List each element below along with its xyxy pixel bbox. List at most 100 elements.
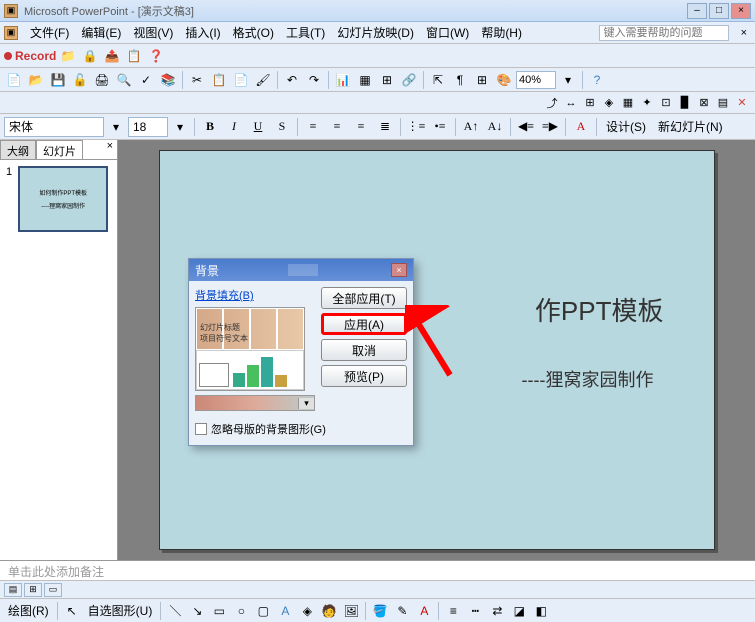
size-dropdown-icon[interactable]: ▾ bbox=[170, 117, 190, 137]
distribute-button[interactable]: ≣ bbox=[374, 117, 396, 137]
clipart-icon[interactable]: 🧑 bbox=[319, 602, 339, 620]
new-icon[interactable]: 📄 bbox=[4, 70, 24, 90]
record-button[interactable]: Record bbox=[4, 49, 56, 63]
color-icon[interactable]: 🎨 bbox=[494, 70, 514, 90]
preview-button[interactable]: 预览(P) bbox=[321, 365, 407, 387]
menu-edit[interactable]: 编辑(E) bbox=[75, 22, 127, 43]
zoom-select[interactable]: 40% bbox=[516, 71, 556, 89]
font-dropdown-icon[interactable]: ▾ bbox=[106, 117, 126, 137]
font-color-button[interactable]: A bbox=[570, 117, 592, 137]
shadow-icon[interactable]: ◪ bbox=[509, 602, 529, 620]
arrow-icon[interactable]: ↘ bbox=[187, 602, 207, 620]
hyperlink-icon[interactable]: 🔗 bbox=[399, 70, 419, 90]
design-button[interactable]: 设计(S) bbox=[601, 117, 651, 137]
ext-icon-4[interactable]: ◈ bbox=[600, 95, 618, 111]
tab-slides[interactable]: 幻灯片 bbox=[36, 140, 83, 159]
expand-icon[interactable]: ⇱ bbox=[428, 70, 448, 90]
ext-icon-1[interactable]: ⤴ bbox=[543, 95, 561, 111]
italic-button[interactable]: I bbox=[223, 117, 245, 137]
shadow-button[interactable]: S bbox=[271, 117, 293, 137]
line-style-icon[interactable]: ≡ bbox=[443, 602, 463, 620]
ext-icon-3[interactable]: ⊞ bbox=[581, 95, 599, 111]
apply-all-button[interactable]: 全部应用(T) bbox=[321, 287, 407, 309]
slideshow-view-button[interactable]: ▭ bbox=[44, 583, 62, 597]
align-left-button[interactable]: ≡ bbox=[302, 117, 324, 137]
maximize-button[interactable]: □ bbox=[709, 3, 729, 19]
select-icon[interactable]: ↖ bbox=[62, 602, 82, 620]
menu-slideshow[interactable]: 幻灯片放映(D) bbox=[331, 22, 420, 43]
spellcheck-icon[interactable]: ✓ bbox=[136, 70, 156, 90]
open-icon[interactable]: 📂 bbox=[26, 70, 46, 90]
increase-indent-button[interactable]: ≡▶ bbox=[539, 117, 561, 137]
menu-view[interactable]: 视图(V) bbox=[127, 22, 179, 43]
zoom-dropdown-icon[interactable]: ▾ bbox=[558, 70, 578, 90]
format-painter-icon[interactable]: 🖌 bbox=[253, 70, 273, 90]
cut-icon[interactable]: ✂ bbox=[187, 70, 207, 90]
apply-button[interactable]: 应用(A) bbox=[321, 313, 407, 335]
outline-close-button[interactable]: × bbox=[103, 140, 117, 159]
font-color-icon[interactable]: A bbox=[414, 602, 434, 620]
sorter-view-button[interactable]: ⊞ bbox=[24, 583, 42, 597]
decrease-font-button[interactable]: A↓ bbox=[484, 117, 506, 137]
diagram-icon[interactable]: ◈ bbox=[297, 602, 317, 620]
research-icon[interactable]: 📚 bbox=[158, 70, 178, 90]
tb-icon-1[interactable]: 📁 bbox=[58, 46, 78, 66]
undo-icon[interactable]: ↶ bbox=[282, 70, 302, 90]
minimize-button[interactable]: – bbox=[687, 3, 707, 19]
tb-icon-2[interactable]: 🔒 bbox=[80, 46, 100, 66]
normal-view-button[interactable]: ▤ bbox=[4, 583, 22, 597]
line-color-icon[interactable]: ✎ bbox=[392, 602, 412, 620]
picture-icon[interactable]: 🖼 bbox=[341, 602, 361, 620]
table-icon[interactable]: ▦ bbox=[355, 70, 375, 90]
decrease-indent-button[interactable]: ◀≡ bbox=[515, 117, 537, 137]
grid-icon[interactable]: ⊞ bbox=[472, 70, 492, 90]
ext-icon-9[interactable]: ⊠ bbox=[695, 95, 713, 111]
draw-menu[interactable]: 绘图(R) bbox=[4, 602, 53, 619]
help-search-input[interactable] bbox=[599, 25, 729, 41]
dialog-close-button[interactable]: × bbox=[391, 263, 407, 277]
tables-borders-icon[interactable]: ⊞ bbox=[377, 70, 397, 90]
chart-icon[interactable]: 📊 bbox=[333, 70, 353, 90]
show-formatting-icon[interactable]: ¶ bbox=[450, 70, 470, 90]
notes-pane[interactable]: 单击此处添加备注 bbox=[0, 560, 755, 580]
ext-icon-6[interactable]: ✦ bbox=[638, 95, 656, 111]
redo-icon[interactable]: ↷ bbox=[304, 70, 324, 90]
textbox-icon[interactable]: ▢ bbox=[253, 602, 273, 620]
paste-icon[interactable]: 📄 bbox=[231, 70, 251, 90]
3d-icon[interactable]: ◧ bbox=[531, 602, 551, 620]
tb-icon-4[interactable]: 📋 bbox=[124, 46, 144, 66]
preview-icon[interactable]: 🔍 bbox=[114, 70, 134, 90]
ext-icon-5[interactable]: ▦ bbox=[619, 95, 637, 111]
line-icon[interactable]: ＼ bbox=[165, 602, 185, 620]
ext-icon-7[interactable]: ⊡ bbox=[657, 95, 675, 111]
dialog-titlebar[interactable]: 背景 × bbox=[189, 259, 413, 281]
ext-icon-10[interactable]: ▤ bbox=[714, 95, 732, 111]
bullets-button[interactable]: •≡ bbox=[429, 117, 451, 137]
bold-button[interactable]: B bbox=[199, 117, 221, 137]
fill-dropdown[interactable]: ▾ bbox=[195, 395, 315, 411]
numbering-button[interactable]: ⋮≡ bbox=[405, 117, 427, 137]
menu-format[interactable]: 格式(O) bbox=[227, 22, 280, 43]
doc-close-button[interactable]: × bbox=[737, 27, 751, 39]
wordart-icon[interactable]: A bbox=[275, 602, 295, 620]
align-center-button[interactable]: ≡ bbox=[326, 117, 348, 137]
slide-thumbnail[interactable]: 如何制作PPT模板 ----狸窝家园制作 bbox=[18, 166, 108, 232]
font-select[interactable]: 宋体 bbox=[4, 117, 104, 137]
permission-icon[interactable]: 🔓 bbox=[70, 70, 90, 90]
menu-help[interactable]: 帮助(H) bbox=[475, 22, 528, 43]
close-button[interactable]: × bbox=[731, 3, 751, 19]
menu-window[interactable]: 窗口(W) bbox=[420, 22, 475, 43]
copy-icon[interactable]: 📋 bbox=[209, 70, 229, 90]
tab-outline[interactable]: 大纲 bbox=[0, 140, 36, 159]
print-icon[interactable]: 🖨 bbox=[92, 70, 112, 90]
ext-icon-2[interactable]: ↔ bbox=[562, 95, 580, 111]
save-icon[interactable]: 💾 bbox=[48, 70, 68, 90]
new-slide-button[interactable]: 新幻灯片(N) bbox=[653, 117, 728, 137]
ignore-master-checkbox[interactable] bbox=[195, 423, 207, 435]
arrow-style-icon[interactable]: ⇄ bbox=[487, 602, 507, 620]
underline-button[interactable]: U bbox=[247, 117, 269, 137]
help-icon[interactable]: ? bbox=[587, 70, 607, 90]
dropdown-arrow-icon[interactable]: ▾ bbox=[298, 398, 314, 409]
tb-icon-3[interactable]: 📤 bbox=[102, 46, 122, 66]
increase-font-button[interactable]: A↑ bbox=[460, 117, 482, 137]
